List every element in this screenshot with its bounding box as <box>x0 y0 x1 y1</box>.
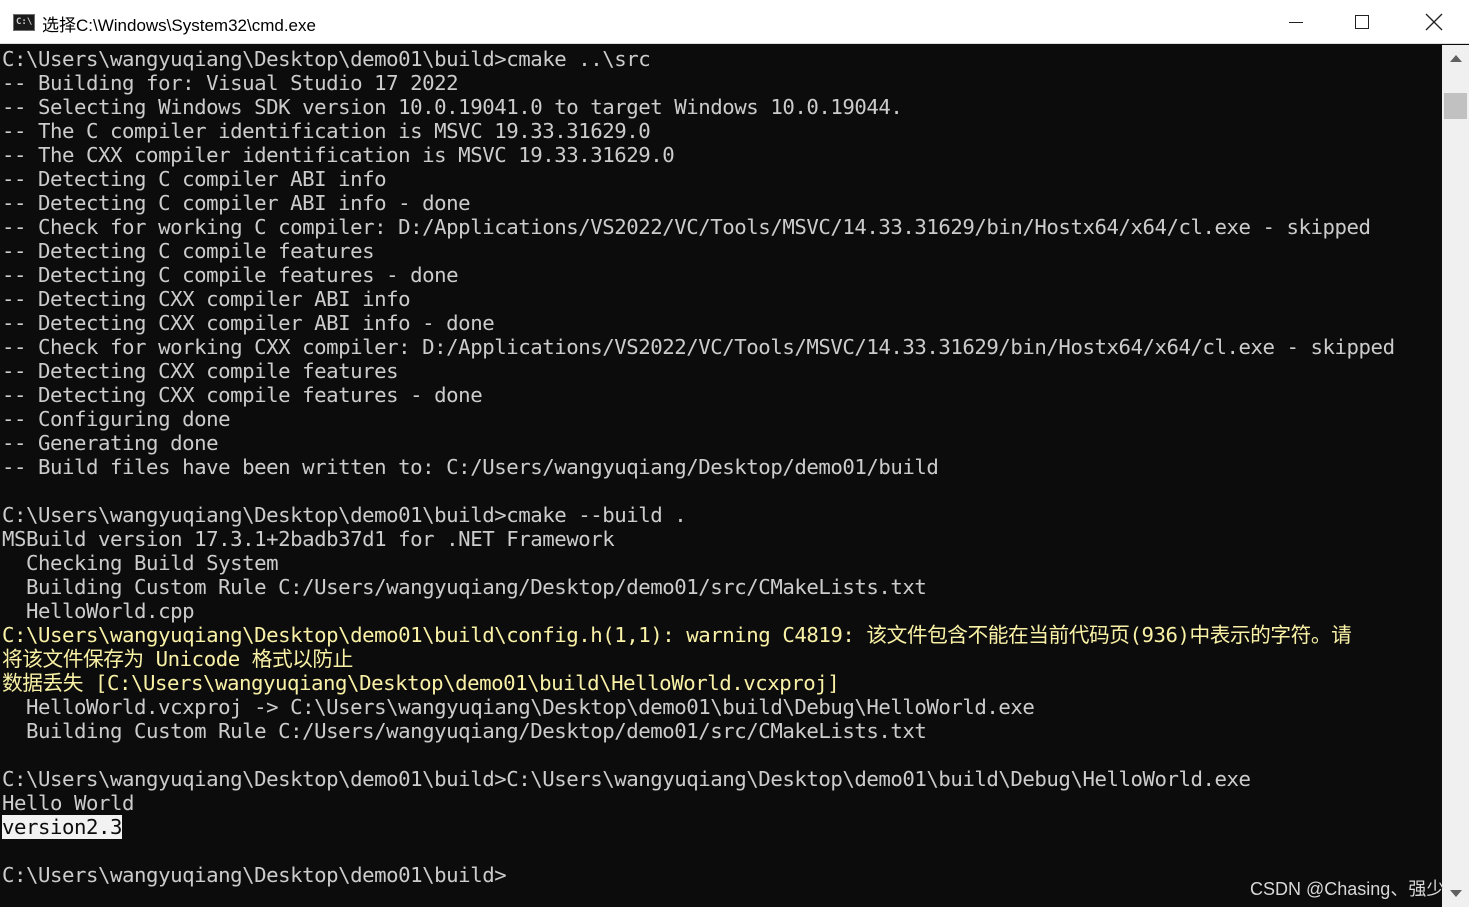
close-button[interactable] <box>1400 0 1469 44</box>
console-line: HelloWorld.vcxproj -> C:\Users\wangyuqia… <box>2 695 1035 719</box>
warning-line: 将该文件保存为 Unicode 格式以防止 <box>2 647 353 671</box>
command-prompt[interactable]: C:\Users\wangyuqiang\Desktop\demo01\buil… <box>2 863 507 887</box>
console-line: -- Detecting C compiler ABI info - done <box>2 191 471 215</box>
scrollbar-thumb[interactable] <box>1444 93 1467 119</box>
watermark: CSDN @Chasing、强少 <box>1250 879 1445 899</box>
warning-line: C:\Users\wangyuqiang\Desktop\demo01\buil… <box>2 623 1352 647</box>
maximize-button[interactable] <box>1330 0 1400 44</box>
maximize-icon <box>1355 15 1369 29</box>
console-line: -- Selecting Windows SDK version 10.0.19… <box>2 95 903 119</box>
close-icon <box>1425 13 1443 31</box>
console-line: Checking Build System <box>2 551 279 575</box>
console-line: C:\Users\wangyuqiang\Desktop\demo01\buil… <box>2 503 687 527</box>
console-line: -- Detecting CXX compile features <box>2 359 399 383</box>
selected-text[interactable]: version2.3 <box>2 815 123 839</box>
cmd-icon-glyph: C:\ <box>16 17 33 27</box>
console-line: -- Building for: Visual Studio 17 2022 <box>2 71 459 95</box>
console-line: -- Check for working C compiler: D:/Appl… <box>2 215 1371 239</box>
console-line: C:\Users\wangyuqiang\Desktop\demo01\buil… <box>2 767 1251 791</box>
title-bar[interactable]: C:\ 选择C:\Windows\System32\cmd.exe <box>0 0 1469 44</box>
scroll-up-arrow-icon[interactable] <box>1450 55 1462 62</box>
cmd-icon: C:\ <box>13 14 35 31</box>
console-line: -- The C compiler identification is MSVC… <box>2 119 651 143</box>
console-line: Building Custom Rule C:/Users/wangyuqian… <box>2 575 927 599</box>
console-line: -- Generating done <box>2 431 219 455</box>
console-line: -- Check for working CXX compiler: D:/Ap… <box>2 335 1395 359</box>
minimize-icon <box>1289 22 1303 23</box>
console-line: -- Detecting C compile features - done <box>2 263 459 287</box>
console-output[interactable]: C:\Users\wangyuqiang\Desktop\demo01\buil… <box>0 45 1442 907</box>
cmd-window: C:\ 选择C:\Windows\System32\cmd.exe C:\Use… <box>0 0 1469 907</box>
console-line: Building Custom Rule C:/Users/wangyuqian… <box>2 719 927 743</box>
console-line: -- The CXX compiler identification is MS… <box>2 143 675 167</box>
console-line: -- Detecting C compile features <box>2 239 375 263</box>
window-title: 选择C:\Windows\System32\cmd.exe <box>42 16 316 35</box>
console-line: -- Detecting CXX compiler ABI info <box>2 287 411 311</box>
console-line: C:\Users\wangyuqiang\Desktop\demo01\buil… <box>2 47 651 71</box>
minimize-button[interactable] <box>1260 0 1330 44</box>
warning-line: 数据丢失 [C:\Users\wangyuqiang\Desktop\demo0… <box>2 671 840 695</box>
program-output-line: Hello World <box>2 791 135 815</box>
console-line: -- Configuring done <box>2 407 231 431</box>
console-line: MSBuild version 17.3.1+2badb37d1 for .NE… <box>2 527 615 551</box>
vertical-scrollbar[interactable] <box>1442 45 1469 907</box>
scroll-down-arrow-icon[interactable] <box>1450 890 1462 897</box>
console-line: HelloWorld.cpp <box>2 599 195 623</box>
console-line: -- Detecting CXX compile features - done <box>2 383 483 407</box>
console-line: -- Build files have been written to: C:/… <box>2 455 939 479</box>
console-line: -- Detecting CXX compiler ABI info - don… <box>2 311 495 335</box>
console-line: -- Detecting C compiler ABI info <box>2 167 387 191</box>
